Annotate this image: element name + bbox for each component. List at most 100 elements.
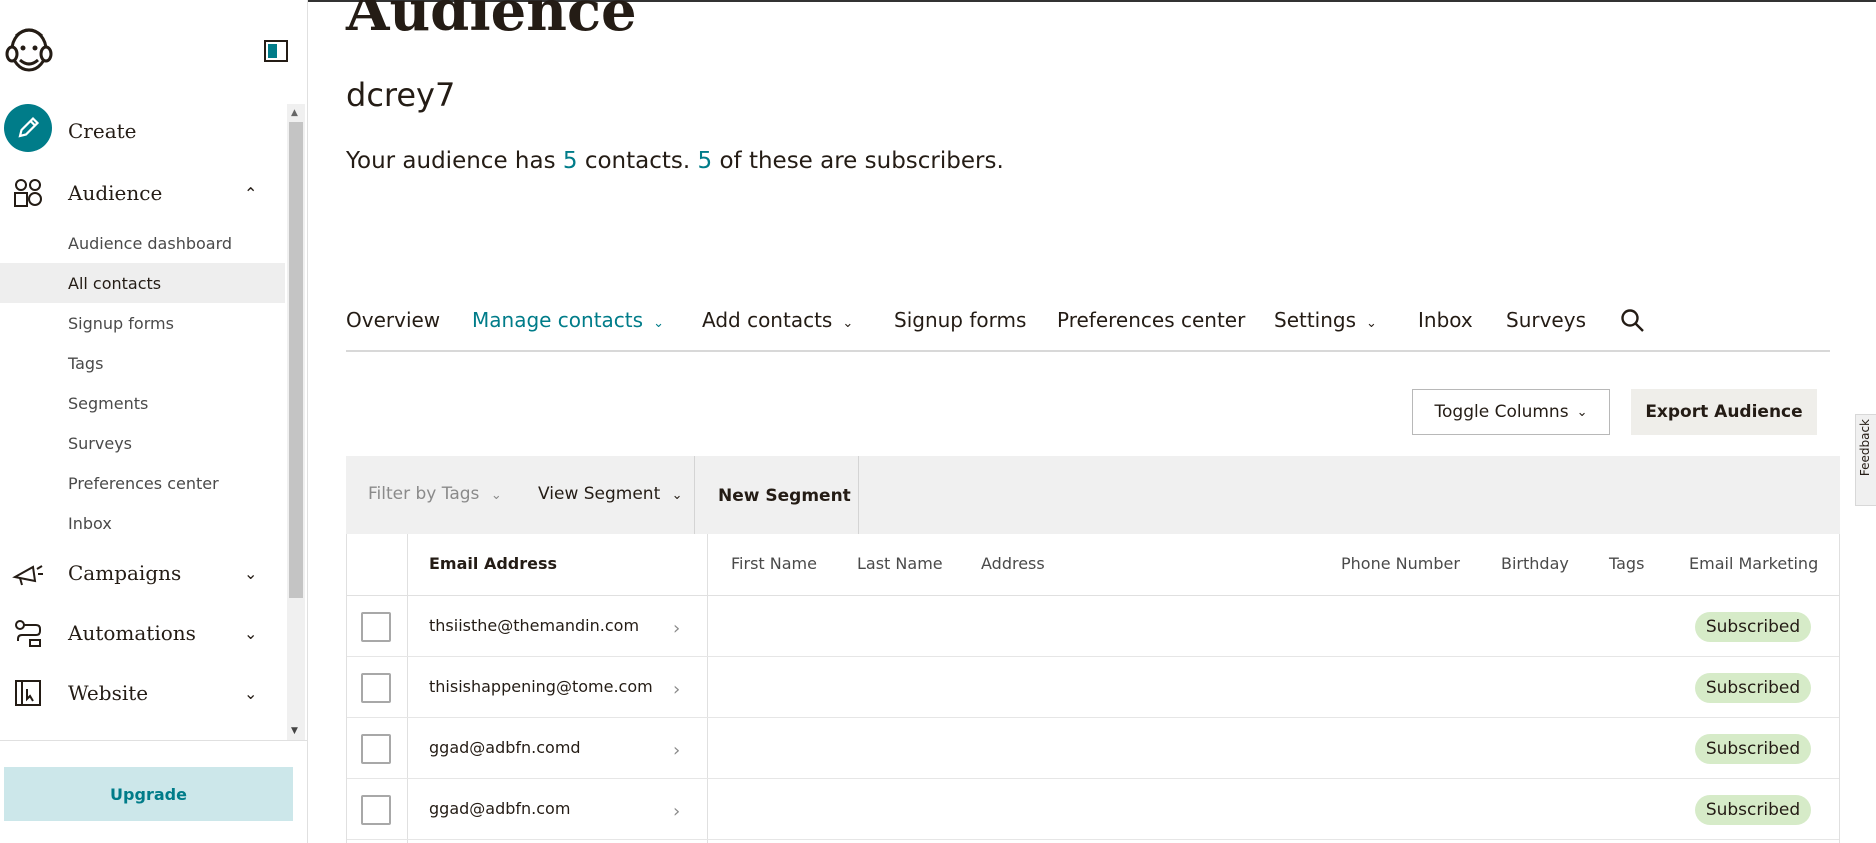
search-icon[interactable] (1620, 308, 1646, 334)
row-checkbox[interactable] (361, 734, 391, 764)
sidebar-item-surveys[interactable]: Surveys (0, 423, 285, 463)
column-header-last-name[interactable]: Last Name (857, 554, 943, 573)
scroll-up-icon[interactable]: ▲ (291, 108, 298, 118)
tab-surveys[interactable]: Surveys (1506, 308, 1586, 332)
summary-prefix: Your audience has (346, 148, 563, 174)
column-header-address[interactable]: Address (981, 554, 1045, 573)
chevron-right-icon[interactable]: › (673, 740, 680, 761)
nav-automations-label: Automations (68, 621, 196, 645)
filter-by-tags-dropdown[interactable]: Filter by Tags ⌄ (368, 484, 502, 504)
tab-signup-forms[interactable]: Signup forms (894, 308, 1026, 332)
feedback-label: Feedback (1858, 419, 1872, 477)
chevron-right-icon[interactable]: › (673, 679, 680, 700)
sidebar-item-label: Inbox (68, 513, 112, 533)
nav-audience-label: Audience (68, 181, 163, 205)
filter-by-tags-label: Filter by Tags (368, 484, 480, 504)
megaphone-icon (12, 565, 43, 586)
tab-preferences-center[interactable]: Preferences center (1057, 308, 1245, 332)
filter-bar: Filter by Tags ⌄ View Segment ⌄ New Segm… (346, 456, 1840, 534)
contact-email-link[interactable]: ggad@adbfn.comd (429, 738, 581, 757)
chevron-down-icon: ⌄ (244, 683, 258, 703)
toggle-columns-label: Toggle Columns (1434, 402, 1569, 422)
upgrade-button[interactable]: Upgrade (4, 767, 293, 821)
contact-email-link[interactable]: thisishappening@tome.com (429, 677, 653, 696)
sidebar-item-preferences-center[interactable]: Preferences center (0, 463, 285, 503)
tab-inbox[interactable]: Inbox (1418, 308, 1473, 332)
view-segment-dropdown[interactable]: View Segment ⌄ (538, 484, 683, 504)
tab-settings[interactable]: Settings ⌄ (1274, 308, 1377, 332)
column-header-first-name[interactable]: First Name (731, 554, 817, 573)
chevron-down-icon: ⌄ (244, 623, 258, 643)
tab-manage-contacts[interactable]: Manage contacts ⌄ (472, 308, 664, 332)
sidebar-item-signup-forms[interactable]: Signup forms (0, 303, 285, 343)
tab-overview[interactable]: Overview (346, 308, 440, 332)
export-audience-button[interactable]: Export Audience (1631, 389, 1817, 435)
column-header-email[interactable]: Email Address (429, 554, 557, 573)
table-row[interactable]: ggad@adbfn.com › Subscribed (347, 779, 1839, 840)
chevron-right-icon[interactable]: › (673, 801, 680, 822)
column-header-birthday[interactable]: Birthday (1501, 554, 1569, 573)
audience-name: dcrey7 (346, 76, 456, 114)
chevron-down-icon: ⌄ (1576, 404, 1588, 420)
sidebar-nav: Create Audience ⌃ Audience dashboard All… (0, 104, 308, 740)
nav-campaigns[interactable]: Campaigns ⌄ (0, 548, 285, 598)
chevron-right-icon[interactable]: › (673, 618, 680, 639)
chevron-up-icon: ⌃ (244, 183, 258, 203)
table-row[interactable]: ggad@adbfn.comd › Subscribed (347, 718, 1839, 779)
contacts-table: Email Address First Name Last Name Addre… (346, 534, 1840, 843)
table-row[interactable]: thsiisthe@themandin.com › Subscribed (347, 596, 1839, 657)
contacts-count: 5 (562, 148, 578, 174)
new-segment-button[interactable]: New Segment (718, 486, 851, 506)
mailchimp-logo-icon[interactable] (4, 24, 54, 80)
sidebar-item-tags[interactable]: Tags (0, 343, 285, 383)
row-checkbox[interactable] (361, 795, 391, 825)
table-header: Email Address First Name Last Name Addre… (347, 534, 1839, 596)
status-badge: Subscribed (1695, 673, 1811, 703)
audience-summary: Your audience has 5 contacts. 5 of these… (346, 148, 1004, 174)
subscribers-count: 5 (697, 148, 713, 174)
divider (0, 740, 308, 741)
row-checkbox[interactable] (361, 673, 391, 703)
sidebar-item-label: All contacts (68, 273, 162, 293)
chevron-down-icon: ⌄ (1366, 316, 1377, 331)
page-title: Audience (346, 0, 637, 44)
audience-icon (14, 179, 42, 207)
column-header-tags[interactable]: Tags (1609, 554, 1644, 573)
tab-label: Add contacts (702, 308, 833, 332)
sidebar-scrollbar[interactable]: ▲ ▼ (287, 104, 305, 740)
tab-label: Preferences center (1057, 308, 1246, 332)
column-header-email-marketing[interactable]: Email Marketing (1689, 554, 1818, 573)
chevron-down-icon: ⌄ (244, 563, 258, 583)
audience-tabs: Overview Manage contacts ⌄ Add contacts ⌄ … (346, 300, 1830, 352)
sidebar-item-label: Surveys (68, 433, 132, 453)
view-segment-label: View Segment (538, 484, 661, 504)
tab-add-contacts[interactable]: Add contacts ⌄ (702, 308, 853, 332)
toggle-columns-button[interactable]: Toggle Columns ⌄ (1412, 389, 1610, 435)
sidebar-item-inbox[interactable]: Inbox (0, 503, 285, 543)
divider (694, 456, 695, 534)
collapse-sidebar-button[interactable] (264, 40, 288, 62)
table-row[interactable]: thisishappening@tome.com › Subscribed (347, 657, 1839, 718)
tab-label: Settings (1274, 308, 1357, 332)
scroll-down-icon[interactable]: ▼ (291, 726, 298, 736)
contact-email-link[interactable]: thsiisthe@themandin.com (429, 616, 639, 635)
automations-icon (15, 620, 41, 647)
sidebar-item-label: Audience dashboard (68, 233, 233, 253)
sidebar-item-audience-dashboard[interactable]: Audience dashboard (0, 223, 285, 263)
nav-website[interactable]: Website ⌄ (0, 668, 285, 718)
tab-label: Inbox (1418, 308, 1473, 332)
status-badge: Subscribed (1695, 795, 1811, 825)
feedback-tab[interactable]: Feedback (1855, 414, 1876, 506)
row-checkbox[interactable] (361, 612, 391, 642)
sidebar-item-segments[interactable]: Segments (0, 383, 285, 423)
nav-create[interactable]: Create (0, 104, 285, 156)
summary-middle: contacts. (577, 148, 698, 174)
nav-website-label: Website (68, 681, 149, 705)
nav-audience[interactable]: Audience ⌃ (0, 168, 285, 218)
nav-automations[interactable]: Automations ⌄ (0, 608, 285, 658)
sidebar-item-all-contacts[interactable]: All contacts (0, 263, 285, 303)
scrollbar-thumb[interactable] (289, 122, 303, 598)
column-header-phone[interactable]: Phone Number (1341, 554, 1460, 573)
contact-email-link[interactable]: ggad@adbfn.com (429, 799, 570, 818)
tab-label: Signup forms (894, 308, 1027, 332)
